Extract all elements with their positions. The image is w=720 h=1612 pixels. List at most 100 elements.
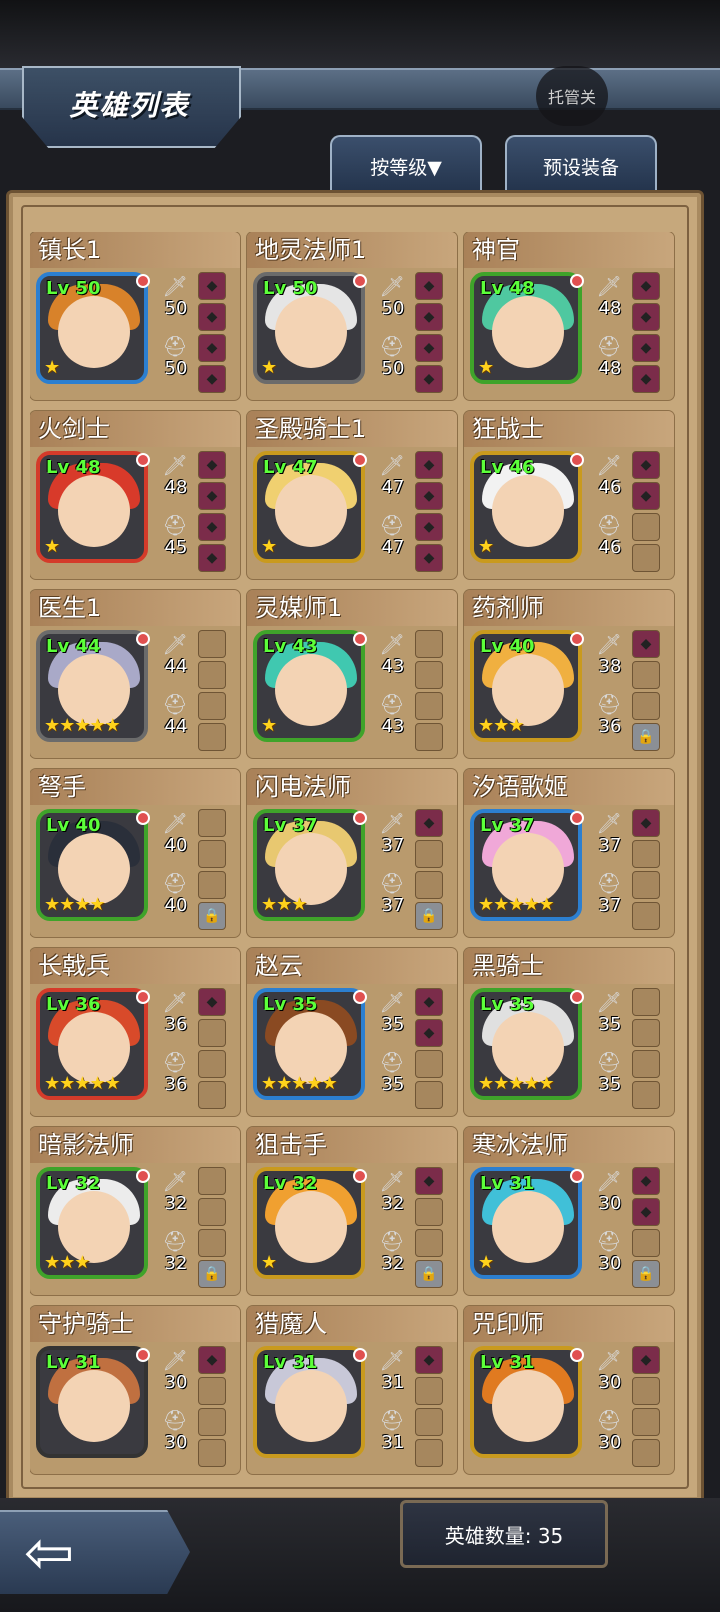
hero-portrait[interactable]: Lv 37 ★★★ xyxy=(253,809,365,921)
locked-slot-icon[interactable]: 🔒 xyxy=(198,1260,226,1288)
hero-card[interactable]: 灵媒师1 Lv 43 ★ 🗡 43 ⛑ 43 xyxy=(247,590,457,758)
hero-portrait[interactable]: Lv 31 xyxy=(36,1346,148,1458)
locked-slot-icon[interactable]: 🔒 xyxy=(198,902,226,930)
hero-portrait[interactable]: Lv 50 ★ xyxy=(36,272,148,384)
equipment-slot[interactable]: ◆ xyxy=(632,334,660,362)
hero-portrait[interactable]: Lv 36 ★★★★★ xyxy=(36,988,148,1100)
hero-portrait[interactable]: Lv 43 ★ xyxy=(253,630,365,742)
empty-equipment-slot[interactable] xyxy=(198,1377,226,1405)
equipment-slot[interactable]: ◆ xyxy=(198,1346,226,1374)
hero-portrait[interactable]: Lv 35 ★★★★★ xyxy=(470,988,582,1100)
equipment-slot[interactable]: ◆ xyxy=(415,513,443,541)
empty-equipment-slot[interactable] xyxy=(415,692,443,720)
hero-card[interactable]: 寒冰法师 Lv 31 ★ 🗡 30 ⛑ 30 ◆ ◆ 🔒 xyxy=(464,1127,674,1295)
equipment-slot[interactable]: ◆ xyxy=(198,303,226,331)
hero-card[interactable]: 猎魔人 Lv 31 🗡 31 ⛑ 31 ◆ xyxy=(247,1306,457,1474)
empty-equipment-slot[interactable] xyxy=(632,544,660,572)
empty-equipment-slot[interactable] xyxy=(198,871,226,899)
empty-equipment-slot[interactable] xyxy=(415,1229,443,1257)
hero-portrait[interactable]: Lv 32 ★ xyxy=(253,1167,365,1279)
hero-card[interactable]: 长戟兵 Lv 36 ★★★★★ 🗡 36 ⛑ 36 ◆ xyxy=(30,948,240,1116)
equipment-slot[interactable]: ◆ xyxy=(198,482,226,510)
hero-portrait[interactable]: Lv 47 ★ xyxy=(253,451,365,563)
equipment-slot[interactable]: ◆ xyxy=(415,303,443,331)
hero-card[interactable]: 圣殿骑士1 Lv 47 ★ 🗡 47 ⛑ 47 ◆ ◆ ◆ ◆ xyxy=(247,411,457,579)
hero-portrait[interactable]: Lv 48 ★ xyxy=(470,272,582,384)
hero-portrait[interactable]: Lv 40 ★★★ xyxy=(470,630,582,742)
hero-card[interactable]: 汐语歌姬 Lv 37 ★★★★★ 🗡 37 ⛑ 37 ◆ xyxy=(464,769,674,937)
empty-equipment-slot[interactable] xyxy=(198,1408,226,1436)
empty-equipment-slot[interactable] xyxy=(198,1019,226,1047)
hero-card[interactable]: 守护骑士 Lv 31 🗡 30 ⛑ 30 ◆ xyxy=(30,1306,240,1474)
hero-portrait[interactable]: Lv 50 ★ xyxy=(253,272,365,384)
empty-equipment-slot[interactable] xyxy=(415,1439,443,1467)
empty-equipment-slot[interactable] xyxy=(198,1439,226,1467)
equipment-slot[interactable]: ◆ xyxy=(415,1346,443,1374)
hero-portrait[interactable]: Lv 31 ★ xyxy=(470,1167,582,1279)
empty-equipment-slot[interactable] xyxy=(632,871,660,899)
equipment-slot[interactable]: ◆ xyxy=(198,272,226,300)
empty-equipment-slot[interactable] xyxy=(632,661,660,689)
equipment-slot[interactable]: ◆ xyxy=(198,988,226,1016)
empty-equipment-slot[interactable] xyxy=(632,1019,660,1047)
empty-equipment-slot[interactable] xyxy=(198,1198,226,1226)
empty-equipment-slot[interactable] xyxy=(415,1408,443,1436)
empty-equipment-slot[interactable] xyxy=(415,840,443,868)
locked-slot-icon[interactable]: 🔒 xyxy=(632,1260,660,1288)
equipment-slot[interactable]: ◆ xyxy=(632,303,660,331)
equipment-slot[interactable]: ◆ xyxy=(198,451,226,479)
empty-equipment-slot[interactable] xyxy=(632,513,660,541)
empty-equipment-slot[interactable] xyxy=(632,1229,660,1257)
equipment-slot[interactable]: ◆ xyxy=(415,365,443,393)
sort-by-level-tab[interactable]: 按等级▼ xyxy=(330,135,482,195)
hero-card[interactable]: 咒印师 Lv 31 🗡 30 ⛑ 30 ◆ xyxy=(464,1306,674,1474)
hero-portrait[interactable]: Lv 31 xyxy=(470,1346,582,1458)
empty-equipment-slot[interactable] xyxy=(632,1050,660,1078)
back-button[interactable]: ⇦ xyxy=(0,1510,190,1594)
empty-equipment-slot[interactable] xyxy=(198,840,226,868)
equipment-slot[interactable]: ◆ xyxy=(415,544,443,572)
equipment-slot[interactable]: ◆ xyxy=(415,451,443,479)
empty-equipment-slot[interactable] xyxy=(415,1081,443,1109)
equipment-slot[interactable]: ◆ xyxy=(415,809,443,837)
equipment-slot[interactable]: ◆ xyxy=(632,451,660,479)
equipment-slot[interactable]: ◆ xyxy=(632,272,660,300)
hero-portrait[interactable]: Lv 37 ★★★★★ xyxy=(470,809,582,921)
equipment-slot[interactable]: ◆ xyxy=(198,365,226,393)
empty-equipment-slot[interactable] xyxy=(632,1377,660,1405)
hero-card[interactable]: 暗影法师 Lv 32 ★★★ 🗡 32 ⛑ 32 🔒 xyxy=(30,1127,240,1295)
empty-equipment-slot[interactable] xyxy=(632,988,660,1016)
equipment-slot[interactable]: ◆ xyxy=(632,809,660,837)
empty-equipment-slot[interactable] xyxy=(198,1050,226,1078)
hero-portrait[interactable]: Lv 35 ★★★★★ xyxy=(253,988,365,1100)
hero-card[interactable]: 黑骑士 Lv 35 ★★★★★ 🗡 35 ⛑ 35 xyxy=(464,948,674,1116)
hero-portrait[interactable]: Lv 32 ★★★ xyxy=(36,1167,148,1279)
equipment-slot[interactable]: ◆ xyxy=(632,1198,660,1226)
equipment-slot[interactable]: ◆ xyxy=(415,1167,443,1195)
auto-battle-button[interactable]: 托管关 xyxy=(536,66,608,126)
hero-card[interactable]: 火剑士 Lv 48 ★ 🗡 48 ⛑ 45 ◆ ◆ ◆ ◆ xyxy=(30,411,240,579)
empty-equipment-slot[interactable] xyxy=(198,809,226,837)
hero-card[interactable]: 狙击手 Lv 32 ★ 🗡 32 ⛑ 32 ◆ 🔒 xyxy=(247,1127,457,1295)
equipment-slot[interactable]: ◆ xyxy=(198,334,226,362)
empty-equipment-slot[interactable] xyxy=(632,902,660,930)
hero-portrait[interactable]: Lv 40 ★★★★ xyxy=(36,809,148,921)
empty-equipment-slot[interactable] xyxy=(632,840,660,868)
empty-equipment-slot[interactable] xyxy=(632,1439,660,1467)
empty-equipment-slot[interactable] xyxy=(415,1050,443,1078)
hero-portrait[interactable]: Lv 31 xyxy=(253,1346,365,1458)
equipment-slot[interactable]: ◆ xyxy=(198,544,226,572)
empty-equipment-slot[interactable] xyxy=(415,723,443,751)
empty-equipment-slot[interactable] xyxy=(198,723,226,751)
empty-equipment-slot[interactable] xyxy=(632,1408,660,1436)
equipment-slot[interactable]: ◆ xyxy=(632,365,660,393)
equipment-slot[interactable]: ◆ xyxy=(632,482,660,510)
empty-equipment-slot[interactable] xyxy=(198,1229,226,1257)
hero-card[interactable]: 弩手 Lv 40 ★★★★ 🗡 40 ⛑ 40 🔒 xyxy=(30,769,240,937)
equipment-slot[interactable]: ◆ xyxy=(198,513,226,541)
empty-equipment-slot[interactable] xyxy=(415,1198,443,1226)
equipment-slot[interactable]: ◆ xyxy=(632,1167,660,1195)
hero-card[interactable]: 地灵法师1 Lv 50 ★ 🗡 50 ⛑ 50 ◆ ◆ ◆ ◆ xyxy=(247,232,457,400)
equipment-slot[interactable]: ◆ xyxy=(632,1346,660,1374)
locked-slot-icon[interactable]: 🔒 xyxy=(415,902,443,930)
